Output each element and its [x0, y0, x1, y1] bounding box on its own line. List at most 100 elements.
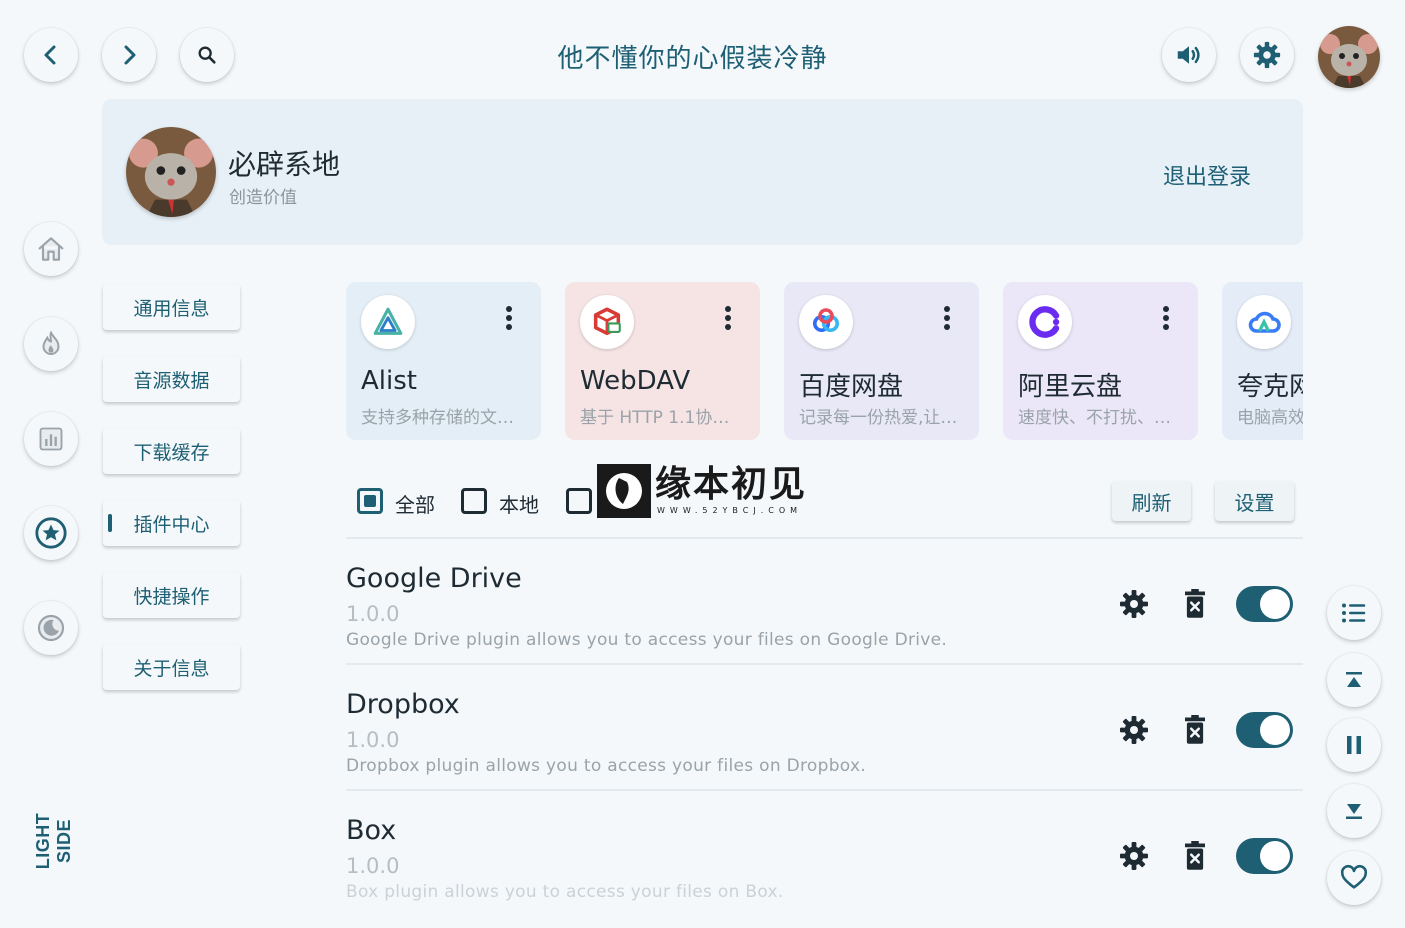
refresh-button[interactable]: 刷新 [1112, 481, 1191, 521]
baidu-pan-icon [799, 295, 853, 349]
plugin-toggle[interactable] [1236, 712, 1293, 748]
menu-item-label: 快捷操作 [133, 585, 210, 608]
volume-button[interactable] [1162, 28, 1216, 82]
source-card-webdav[interactable]: WebDAV 基于 HTTP 1.1协… [565, 282, 760, 440]
settings-button[interactable] [1240, 28, 1294, 82]
source-desc: 支持多种存储的文… [361, 408, 514, 428]
search-icon [198, 46, 216, 64]
watermark-url: WWW.52YBCJ.COM [657, 506, 803, 515]
webdav-icon [580, 295, 634, 349]
source-name: Alist [361, 366, 417, 396]
pause-button[interactable] [1327, 718, 1381, 772]
source-name: WebDAV [580, 366, 691, 396]
filter-local-label: 本地 [499, 493, 539, 517]
gear-icon[interactable] [1118, 588, 1150, 620]
scroll-bottom-button[interactable] [1327, 784, 1381, 838]
chevron-right-icon [124, 45, 136, 65]
delete-icon[interactable] [1182, 589, 1208, 619]
menu-item-sources[interactable]: 音源数据 [103, 356, 240, 402]
profile-name: 必辟系地 [228, 148, 341, 181]
scroll-top-icon [1346, 672, 1362, 687]
plugin-name: Box [346, 815, 397, 846]
source-card-alist[interactable]: Alist 支持多种存储的文… [346, 282, 541, 440]
profile-avatar [126, 127, 216, 217]
source-desc: 电脑高效 [1237, 408, 1303, 428]
watermark: 缘本初见 WWW.52YBCJ.COM [597, 464, 812, 518]
menu-item-about[interactable]: 关于信息 [103, 644, 240, 690]
filter-settings-button[interactable]: 设置 [1215, 481, 1294, 521]
mouse-avatar-image [1318, 26, 1380, 88]
star-icon [35, 517, 67, 549]
filter-all-checkbox[interactable] [357, 488, 383, 514]
home-icon [38, 237, 64, 261]
menu-item-label: 关于信息 [133, 657, 210, 680]
plugin-version: 1.0.0 [346, 728, 400, 752]
gear-icon [1253, 41, 1281, 69]
plugin-desc: Dropbox plugin allows you to access your… [346, 756, 867, 776]
scroll-top-button[interactable] [1327, 653, 1381, 707]
sidebar-item-stats[interactable] [24, 412, 78, 466]
volume-icon [1177, 46, 1200, 64]
divider [346, 537, 1303, 539]
filter-remote-checkbox[interactable] [566, 488, 592, 514]
sidebar-item-favorites[interactable] [24, 506, 78, 560]
watermark-text: 缘本初见 [655, 463, 808, 505]
source-card-baidu[interactable]: 百度网盘 记录每一份热爱,让… [784, 282, 979, 440]
more-vertical-icon[interactable] [943, 305, 951, 331]
plugin-desc: Box plugin allows you to access your fil… [346, 882, 784, 902]
heart-icon [1340, 864, 1368, 889]
source-desc: 基于 HTTP 1.1协… [580, 408, 730, 428]
sidebar-item-hot[interactable] [24, 317, 78, 371]
list-button[interactable] [1327, 586, 1381, 640]
user-avatar[interactable] [1318, 26, 1380, 88]
divider [346, 789, 1303, 791]
active-indicator [108, 514, 112, 532]
gear-icon[interactable] [1118, 840, 1150, 872]
source-name: 夸克网盘 [1237, 372, 1303, 402]
menu-item-label: 音源数据 [133, 369, 210, 392]
aliyun-drive-icon [1018, 295, 1072, 349]
search-button[interactable] [180, 28, 234, 82]
chevron-left-icon [44, 45, 56, 65]
source-name: 阿里云盘 [1018, 372, 1123, 402]
delete-icon[interactable] [1182, 841, 1208, 871]
menu-item-label: 插件中心 [133, 513, 210, 536]
mouse-avatar-image [126, 127, 216, 217]
menu-item-download[interactable]: 下载缓存 [103, 428, 240, 474]
sidebar-item-theme[interactable] [24, 601, 78, 655]
quark-cloud-icon [1237, 295, 1291, 349]
back-button[interactable] [24, 28, 78, 82]
source-card-aliyun[interactable]: 阿里云盘 速度快、不打扰、… [1003, 282, 1198, 440]
plugin-desc: Google Drive plugin allows you to access… [346, 630, 948, 650]
fire-icon [42, 330, 60, 355]
moon-icon [37, 614, 65, 642]
forward-button[interactable] [102, 28, 156, 82]
page-title: 他不懂你的心假装冷静 [557, 44, 828, 74]
plugin-name: Google Drive [346, 563, 522, 594]
delete-icon[interactable] [1182, 715, 1208, 745]
list-icon [1342, 603, 1366, 623]
filter-local-checkbox[interactable] [461, 488, 487, 514]
plugin-toggle[interactable] [1236, 838, 1293, 874]
menu-item-plugins[interactable]: 插件中心 [103, 500, 240, 546]
menu-item-label: 通用信息 [133, 297, 210, 320]
sidebar-item-home[interactable] [24, 222, 78, 276]
plugin-toggle[interactable] [1236, 586, 1293, 622]
more-vertical-icon[interactable] [1162, 305, 1170, 331]
scroll-bottom-icon [1346, 804, 1362, 819]
more-vertical-icon[interactable] [724, 305, 732, 331]
more-vertical-icon[interactable] [505, 305, 513, 331]
source-card-quark[interactable]: 夸克网盘 电脑高效 [1222, 282, 1303, 440]
plugin-version: 1.0.0 [346, 602, 400, 626]
profile-subtitle: 创造价值 [229, 188, 297, 208]
gear-icon[interactable] [1118, 714, 1150, 746]
watermark-logo [597, 464, 651, 518]
menu-item-general[interactable]: 通用信息 [103, 284, 240, 330]
plugin-version: 1.0.0 [346, 854, 400, 878]
logout-link[interactable]: 退出登录 [1163, 159, 1251, 191]
favorite-button[interactable] [1327, 851, 1381, 905]
menu-item-shortcuts[interactable]: 快捷操作 [103, 572, 240, 618]
chart-icon [39, 427, 63, 451]
source-name: 百度网盘 [799, 372, 904, 402]
pause-icon [1347, 736, 1361, 754]
